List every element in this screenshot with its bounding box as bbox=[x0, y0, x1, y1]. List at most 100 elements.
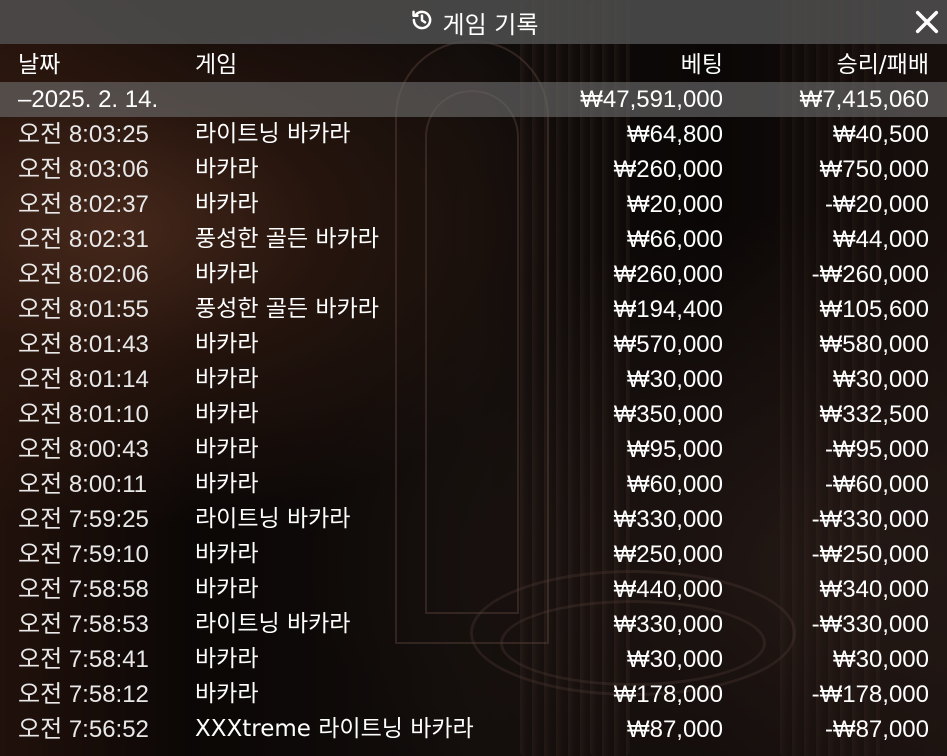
row-bet: ₩30,000 bbox=[626, 646, 723, 673]
table-header: 날짜 게임 베팅 승리/패배 bbox=[0, 48, 947, 82]
row-bet: ₩60,000 bbox=[626, 471, 723, 498]
window-title: 게임 기록 bbox=[442, 10, 539, 39]
row-result: ₩332,500 bbox=[819, 401, 929, 428]
row-bet: ₩260,000 bbox=[613, 261, 723, 288]
history-row[interactable]: 오전 8:01:43 바카라 ₩570,000 ₩580,000 bbox=[0, 327, 947, 362]
history-row[interactable]: 오전 8:00:43 바카라 ₩95,000 -₩95,000 bbox=[0, 432, 947, 467]
row-time: 오전 8:01:10 bbox=[18, 401, 149, 428]
row-game: 바카라 bbox=[195, 646, 259, 672]
row-result: -₩260,000 bbox=[811, 261, 929, 288]
row-time: 오전 8:00:11 bbox=[18, 471, 148, 498]
row-bet: ₩64,800 bbox=[626, 121, 723, 148]
row-game: 라이트닝 바카라 bbox=[195, 506, 351, 532]
row-game: 바카라 bbox=[195, 401, 259, 427]
history-row[interactable]: 오전 7:58:41 바카라 ₩30,000 ₩30,000 bbox=[0, 642, 947, 677]
group-date: –2025. 2. 14. bbox=[18, 86, 159, 113]
row-time: 오전 8:02:37 bbox=[18, 191, 149, 218]
history-row[interactable]: 오전 8:01:55 풍성한 골든 바카라 ₩194,400 ₩105,600 bbox=[0, 292, 947, 327]
row-time: 오전 8:02:31 bbox=[18, 226, 149, 253]
close-icon bbox=[913, 10, 941, 40]
row-time: 오전 8:03:25 bbox=[18, 121, 149, 148]
header-game: 게임 bbox=[195, 52, 238, 78]
row-bet: ₩87,000 bbox=[626, 716, 723, 743]
row-time: 오전 8:03:06 bbox=[18, 156, 149, 183]
row-result: ₩44,000 bbox=[832, 226, 929, 253]
history-row[interactable]: 오전 8:03:25 라이트닝 바카라 ₩64,800 ₩40,500 bbox=[0, 117, 947, 152]
row-time: 오전 7:58:41 bbox=[18, 646, 149, 673]
row-result: ₩105,600 bbox=[819, 296, 929, 323]
row-result: -₩95,000 bbox=[824, 436, 929, 463]
history-row[interactable]: 오전 7:58:53 라이트닝 바카라 ₩330,000 -₩330,000 bbox=[0, 607, 947, 642]
row-time: 오전 8:02:06 bbox=[18, 261, 149, 288]
row-game: 풍성한 골든 바카라 bbox=[195, 296, 379, 322]
row-game: 라이트닝 바카라 bbox=[195, 611, 351, 637]
row-game: 풍성한 골든 바카라 bbox=[195, 226, 379, 252]
row-result: -₩250,000 bbox=[811, 541, 929, 568]
date-group-row[interactable]: –2025. 2. 14. ₩47,591,000 ₩7,415,060 bbox=[0, 82, 947, 117]
row-game: 바카라 bbox=[195, 436, 259, 462]
row-bet: ₩350,000 bbox=[613, 401, 723, 428]
row-game: 바카라 bbox=[195, 681, 259, 707]
row-time: 오전 7:58:12 bbox=[18, 681, 149, 708]
history-row[interactable]: 오전 8:00:11 바카라 ₩60,000 -₩60,000 bbox=[0, 467, 947, 502]
row-result: -₩330,000 bbox=[811, 611, 929, 638]
title-bar: 게임 기록 bbox=[0, 0, 947, 44]
row-result: -₩330,000 bbox=[811, 506, 929, 533]
row-game: 바카라 bbox=[195, 331, 259, 357]
history-row[interactable]: 오전 7:58:12 바카라 ₩178,000 -₩178,000 bbox=[0, 677, 947, 712]
row-bet: ₩330,000 bbox=[613, 611, 723, 638]
row-bet: ₩66,000 bbox=[626, 226, 723, 253]
history-row[interactable]: 오전 7:59:25 라이트닝 바카라 ₩330,000 -₩330,000 bbox=[0, 502, 947, 537]
history-row[interactable]: 오전 8:03:06 바카라 ₩260,000 ₩750,000 bbox=[0, 152, 947, 187]
row-bet: ₩20,000 bbox=[626, 191, 723, 218]
group-result-total: ₩7,415,060 bbox=[799, 86, 929, 113]
row-result: ₩750,000 bbox=[819, 156, 929, 183]
row-time: 오전 7:59:25 bbox=[18, 506, 149, 533]
row-bet: ₩330,000 bbox=[613, 506, 723, 533]
header-date: 날짜 bbox=[18, 52, 61, 78]
row-time: 오전 8:01:43 bbox=[18, 331, 149, 358]
row-result: -₩20,000 bbox=[824, 191, 929, 218]
row-result: ₩40,500 bbox=[832, 121, 929, 148]
close-button[interactable] bbox=[913, 8, 941, 36]
history-row[interactable]: 오전 7:56:52 XXXtreme 라이트닝 바카라 ₩87,000 -₩8… bbox=[0, 712, 947, 747]
row-bet: ₩30,000 bbox=[626, 366, 723, 393]
row-time: 오전 7:58:58 bbox=[18, 576, 149, 603]
row-result: ₩340,000 bbox=[819, 576, 929, 603]
row-bet: ₩95,000 bbox=[626, 436, 723, 463]
row-result: -₩60,000 bbox=[824, 471, 929, 498]
history-row[interactable]: 오전 8:01:14 바카라 ₩30,000 ₩30,000 bbox=[0, 362, 947, 397]
row-time: 오전 7:56:52 bbox=[18, 716, 149, 743]
row-bet: ₩260,000 bbox=[613, 156, 723, 183]
history-row[interactable]: 오전 7:58:58 바카라 ₩440,000 ₩340,000 bbox=[0, 572, 947, 607]
row-game: 라이트닝 바카라 bbox=[195, 121, 351, 147]
row-result: ₩580,000 bbox=[819, 331, 929, 358]
history-row[interactable]: 오전 8:02:06 바카라 ₩260,000 -₩260,000 bbox=[0, 257, 947, 292]
row-result: -₩87,000 bbox=[824, 716, 929, 743]
row-game: 바카라 bbox=[195, 191, 259, 217]
row-bet: ₩178,000 bbox=[613, 681, 723, 708]
row-result: ₩30,000 bbox=[832, 366, 929, 393]
history-row[interactable]: 오전 8:01:10 바카라 ₩350,000 ₩332,500 bbox=[0, 397, 947, 432]
row-game: 바카라 bbox=[195, 541, 259, 567]
history-row[interactable]: 오전 8:02:31 풍성한 골든 바카라 ₩66,000 ₩44,000 bbox=[0, 222, 947, 257]
row-time: 오전 8:00:43 bbox=[18, 436, 149, 463]
header-bet: 베팅 bbox=[680, 52, 723, 78]
row-game: XXXtreme 라이트닝 바카라 bbox=[195, 716, 474, 742]
row-time: 오전 7:59:10 bbox=[18, 541, 149, 568]
history-row[interactable]: 오전 8:02:37 바카라 ₩20,000 -₩20,000 bbox=[0, 187, 947, 222]
row-game: 바카라 bbox=[195, 156, 259, 182]
row-bet: ₩570,000 bbox=[613, 331, 723, 358]
row-time: 오전 8:01:14 bbox=[18, 366, 149, 393]
group-bet-total: ₩47,591,000 bbox=[580, 86, 723, 113]
row-game: 바카라 bbox=[195, 576, 259, 602]
row-time: 오전 8:01:55 bbox=[18, 296, 149, 323]
row-game: 바카라 bbox=[195, 261, 259, 287]
row-bet: ₩194,400 bbox=[613, 296, 723, 323]
history-row[interactable]: 오전 7:59:10 바카라 ₩250,000 -₩250,000 bbox=[0, 537, 947, 572]
header-result: 승리/패배 bbox=[836, 52, 929, 78]
row-bet: ₩440,000 bbox=[613, 576, 723, 603]
row-game: 바카라 bbox=[195, 366, 259, 392]
row-game: 바카라 bbox=[195, 471, 259, 497]
row-time: 오전 7:58:53 bbox=[18, 611, 149, 638]
